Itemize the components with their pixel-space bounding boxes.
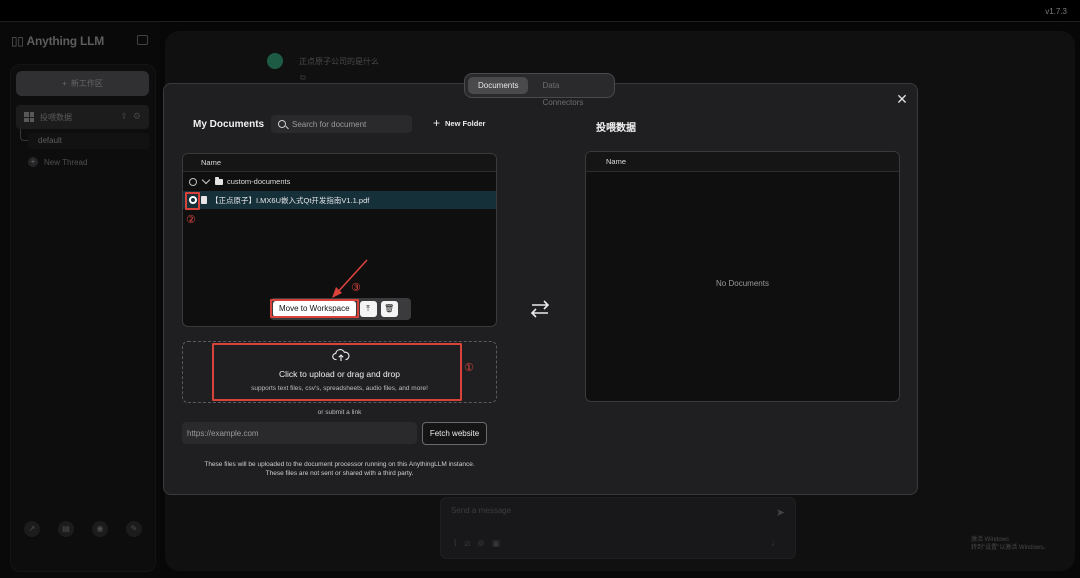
url-input[interactable] [182,422,417,444]
search-input[interactable] [292,119,402,129]
documents-modal: ✕ My Documents + New Folder Name custom-… [163,83,918,495]
annotation-box-radio [185,192,200,210]
annotation-one: ① [464,361,474,374]
version-label: v1.7.3 [1045,7,1067,16]
file-row[interactable]: 【正点原子】I.MX6U嵌入式Qt开发指南V1.1.pdf [183,191,496,209]
tab-documents[interactable]: Documents [468,77,529,94]
document-search[interactable] [271,115,412,133]
close-icon[interactable]: ✕ [895,92,909,106]
folder-select-radio[interactable] [189,177,197,186]
annotation-two: ② [186,213,196,226]
tab-data-connectors[interactable]: Data Connectors [532,77,611,107]
modal-tabs: Documents Data Connectors [464,73,615,107]
folder-icon [215,176,223,185]
trash-icon[interactable]: 🗑 [380,301,398,317]
workspace-documents-panel: Name No Documents [585,151,900,402]
workspace-title: 投喂数据 [596,123,636,134]
fetch-website-button[interactable]: Fetch website [422,422,487,445]
top-bar: v1.7.3 [0,0,1080,22]
plus-icon: + [433,116,441,130]
workspace-column-header: Name [586,152,899,172]
my-documents-title: My Documents [193,119,265,130]
or-submit-link-label: or submit a link [317,409,362,416]
upload-disclaimer: These files will be uploaded to the docu… [204,461,475,477]
empty-state-label: No Documents [716,279,769,288]
new-folder-button[interactable]: + New Folder [433,116,485,130]
file-column-header: Name [183,154,496,172]
swap-arrows-icon [530,300,550,318]
annotation-box-upload [212,343,462,401]
annotation-box-move [270,299,359,318]
chevron-down-icon[interactable] [201,175,211,184]
search-icon [278,120,286,128]
annotation-arrow [332,259,368,298]
move-to-folder-icon[interactable]: ⤒ [359,301,377,317]
file-icon [201,196,207,204]
folder-row[interactable]: custom-documents [183,172,496,191]
